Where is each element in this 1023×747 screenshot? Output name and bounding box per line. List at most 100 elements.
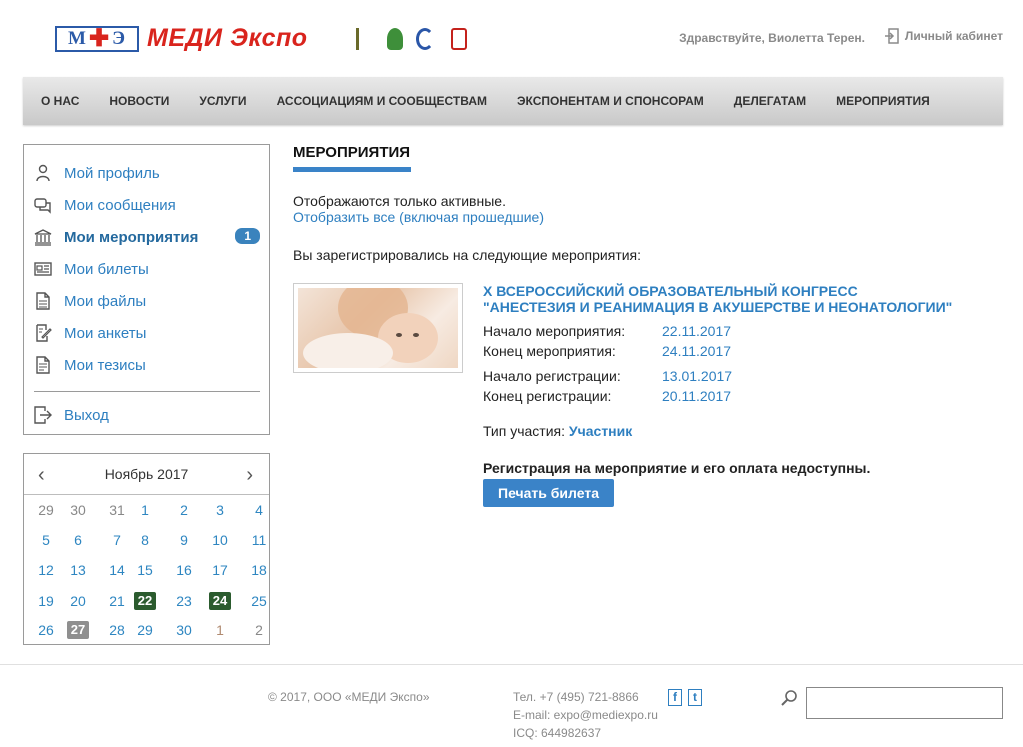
reg-end-label: Конец регистрации:: [483, 388, 612, 404]
footer-divider: [0, 664, 1023, 665]
show-all-link[interactable]: Отобразить все (включая прошедшие): [293, 209, 993, 225]
calendar-day[interactable]: 7: [106, 531, 128, 549]
sidebar-item-forms[interactable]: Мои анкеты: [34, 322, 260, 344]
cabinet-label: Личный кабинет: [904, 29, 1003, 43]
nav-news[interactable]: НОВОСТИ: [109, 94, 169, 108]
event-title-line1: X ВСЕРОССИЙСКИЙ ОБРАЗОВАТЕЛЬНЫЙ КОНГРЕСС: [483, 283, 858, 299]
calendar-day[interactable]: 31: [106, 501, 128, 519]
calendar-day[interactable]: 16: [173, 561, 195, 579]
blue-logo-icon: [416, 28, 434, 50]
logo-mark: М ✚ Э: [55, 25, 139, 52]
calendar-day[interactable]: 17: [209, 561, 231, 579]
main-nav: О НАС НОВОСТИ УСЛУГИ АССОЦИАЦИЯМ И СООБЩ…: [23, 77, 1003, 125]
footer-phone: Тел. +7 (495) 721-8866: [513, 690, 639, 704]
calendar-day[interactable]: 8: [134, 531, 156, 549]
event-end-label: Конец мероприятия:: [483, 343, 616, 359]
user-icon: [36, 164, 50, 182]
calendar-day[interactable]: 29: [35, 501, 57, 519]
search-icon[interactable]: [780, 689, 798, 707]
calendar-day[interactable]: 18: [248, 561, 270, 579]
logo-text: МЕДИ Экспо: [147, 24, 308, 52]
calendar-day[interactable]: 14: [106, 561, 128, 579]
sidebar-item-files[interactable]: Мои файлы: [34, 290, 260, 312]
event-end-value: 24.11.2017: [662, 343, 732, 359]
event-title[interactable]: X ВСЕРОССИЙСКИЙ ОБРАЗОВАТЕЛЬНЫЙ КОНГРЕСС…: [483, 283, 993, 315]
calendar-day[interactable]: 3: [209, 501, 231, 519]
logo[interactable]: М ✚ Э МЕДИ Экспо: [55, 24, 308, 53]
sidebar-item-tickets[interactable]: Мои билеты: [34, 258, 260, 280]
active-only-note: Отображаются только активные.: [293, 193, 506, 209]
twitter-icon[interactable]: t: [688, 689, 702, 706]
cabinet-link[interactable]: Личный кабинет: [884, 28, 1003, 44]
event-start-value: 22.11.2017: [662, 323, 732, 339]
participation-type-value: Участник: [568, 423, 633, 439]
participation-type-label: Тип участия:: [483, 423, 566, 439]
unavailable-note: Регистрация на мероприятие и его оплата …: [483, 460, 871, 476]
calendar-day[interactable]: 27: [67, 621, 89, 639]
sidebar-item-profile[interactable]: Мой профиль: [34, 162, 260, 184]
page-title: МЕРОПРИЯТИЯ: [293, 144, 411, 161]
calendar-day[interactable]: 25: [248, 592, 270, 610]
search-input[interactable]: [806, 687, 1003, 719]
calendar-day[interactable]: 4: [248, 501, 270, 519]
login-icon: [884, 28, 899, 44]
nav-exhibitors[interactable]: ЭКСПОНЕНТАМ И СПОНСОРАМ: [517, 94, 704, 108]
calendar-day[interactable]: 23: [173, 592, 195, 610]
calendar-day[interactable]: 1: [209, 621, 231, 639]
calendar-day[interactable]: 2: [173, 501, 195, 519]
file-icon: [36, 292, 50, 310]
calendar-day[interactable]: 12: [35, 561, 57, 579]
footer-email[interactable]: E-mail: expo@mediexpo.ru: [513, 708, 658, 722]
copyright: © 2017, ООО «МЕДИ Экспо»: [268, 690, 430, 704]
nav-about[interactable]: О НАС: [41, 94, 79, 108]
facebook-icon[interactable]: f: [668, 689, 682, 706]
green-logo-icon: [387, 28, 403, 50]
registered-text: Вы зарегистрировались на следующие мероп…: [293, 247, 642, 263]
calendar-day[interactable]: 30: [173, 621, 195, 639]
calendar-day[interactable]: 30: [67, 501, 89, 519]
sidebar-item-label: Мои сообщения: [64, 196, 176, 214]
nav-events[interactable]: МЕРОПРИЯТИЯ: [836, 94, 930, 108]
red-logo-icon: [451, 28, 467, 50]
sidebar-item-theses[interactable]: Мои тезисы: [34, 354, 260, 376]
reg-start-value: 13.01.2017: [662, 368, 733, 384]
calendar-day[interactable]: 19: [35, 592, 57, 610]
sidebar-item-label: Мои билеты: [64, 260, 149, 278]
calendar-day[interactable]: 2: [248, 621, 270, 639]
calendar-day[interactable]: 22: [134, 592, 156, 610]
calendar-day[interactable]: 15: [134, 561, 156, 579]
chevron-right-icon[interactable]: ›: [246, 464, 253, 487]
calendar-day[interactable]: 28: [106, 621, 128, 639]
sidebar-item-messages[interactable]: Мои сообщения: [34, 194, 260, 216]
sidebar-item-label: Выход: [64, 406, 109, 424]
nav-associations[interactable]: АССОЦИАЦИЯМ И СООБЩЕСТВАМ: [277, 94, 487, 108]
sidebar-item-events[interactable]: Мои мероприятия 1: [34, 226, 260, 248]
sidebar-item-label: Мои мероприятия: [64, 228, 199, 246]
calendar-day[interactable]: 20: [67, 592, 89, 610]
calendar-day[interactable]: 21: [106, 592, 128, 610]
sidebar-item-logout[interactable]: Выход: [34, 404, 260, 426]
reg-end-value: 20.11.2017: [662, 388, 732, 404]
calendar-day[interactable]: 5: [35, 531, 57, 549]
logo-cross-icon: ✚: [88, 26, 111, 52]
calendar-day[interactable]: 1: [134, 501, 156, 519]
calendar-day[interactable]: 9: [173, 531, 195, 549]
calendar-day[interactable]: 29: [134, 621, 156, 639]
calendar-day[interactable]: 26: [35, 621, 57, 639]
chevron-left-icon[interactable]: ‹: [38, 464, 45, 487]
nav-services[interactable]: УСЛУГИ: [199, 94, 246, 108]
sidebar-item-label: Мои анкеты: [64, 324, 147, 342]
calendar-day[interactable]: 13: [67, 561, 89, 579]
calendar-day[interactable]: 24: [209, 592, 231, 610]
calendar-day[interactable]: 6: [67, 531, 89, 549]
calendar-day[interactable]: 10: [209, 531, 231, 549]
messages-icon: [34, 198, 51, 214]
logout-icon: [34, 406, 52, 424]
sidebar-divider: [34, 391, 260, 392]
print-ticket-button[interactable]: Печать билета: [483, 479, 614, 507]
ticket-icon: [34, 262, 52, 276]
event-image[interactable]: [293, 283, 463, 373]
nav-delegates[interactable]: ДЕЛЕГАТАМ: [734, 94, 806, 108]
calendar-day[interactable]: 11: [248, 531, 270, 549]
calendar-month: Ноябрь 2017: [104, 466, 189, 482]
